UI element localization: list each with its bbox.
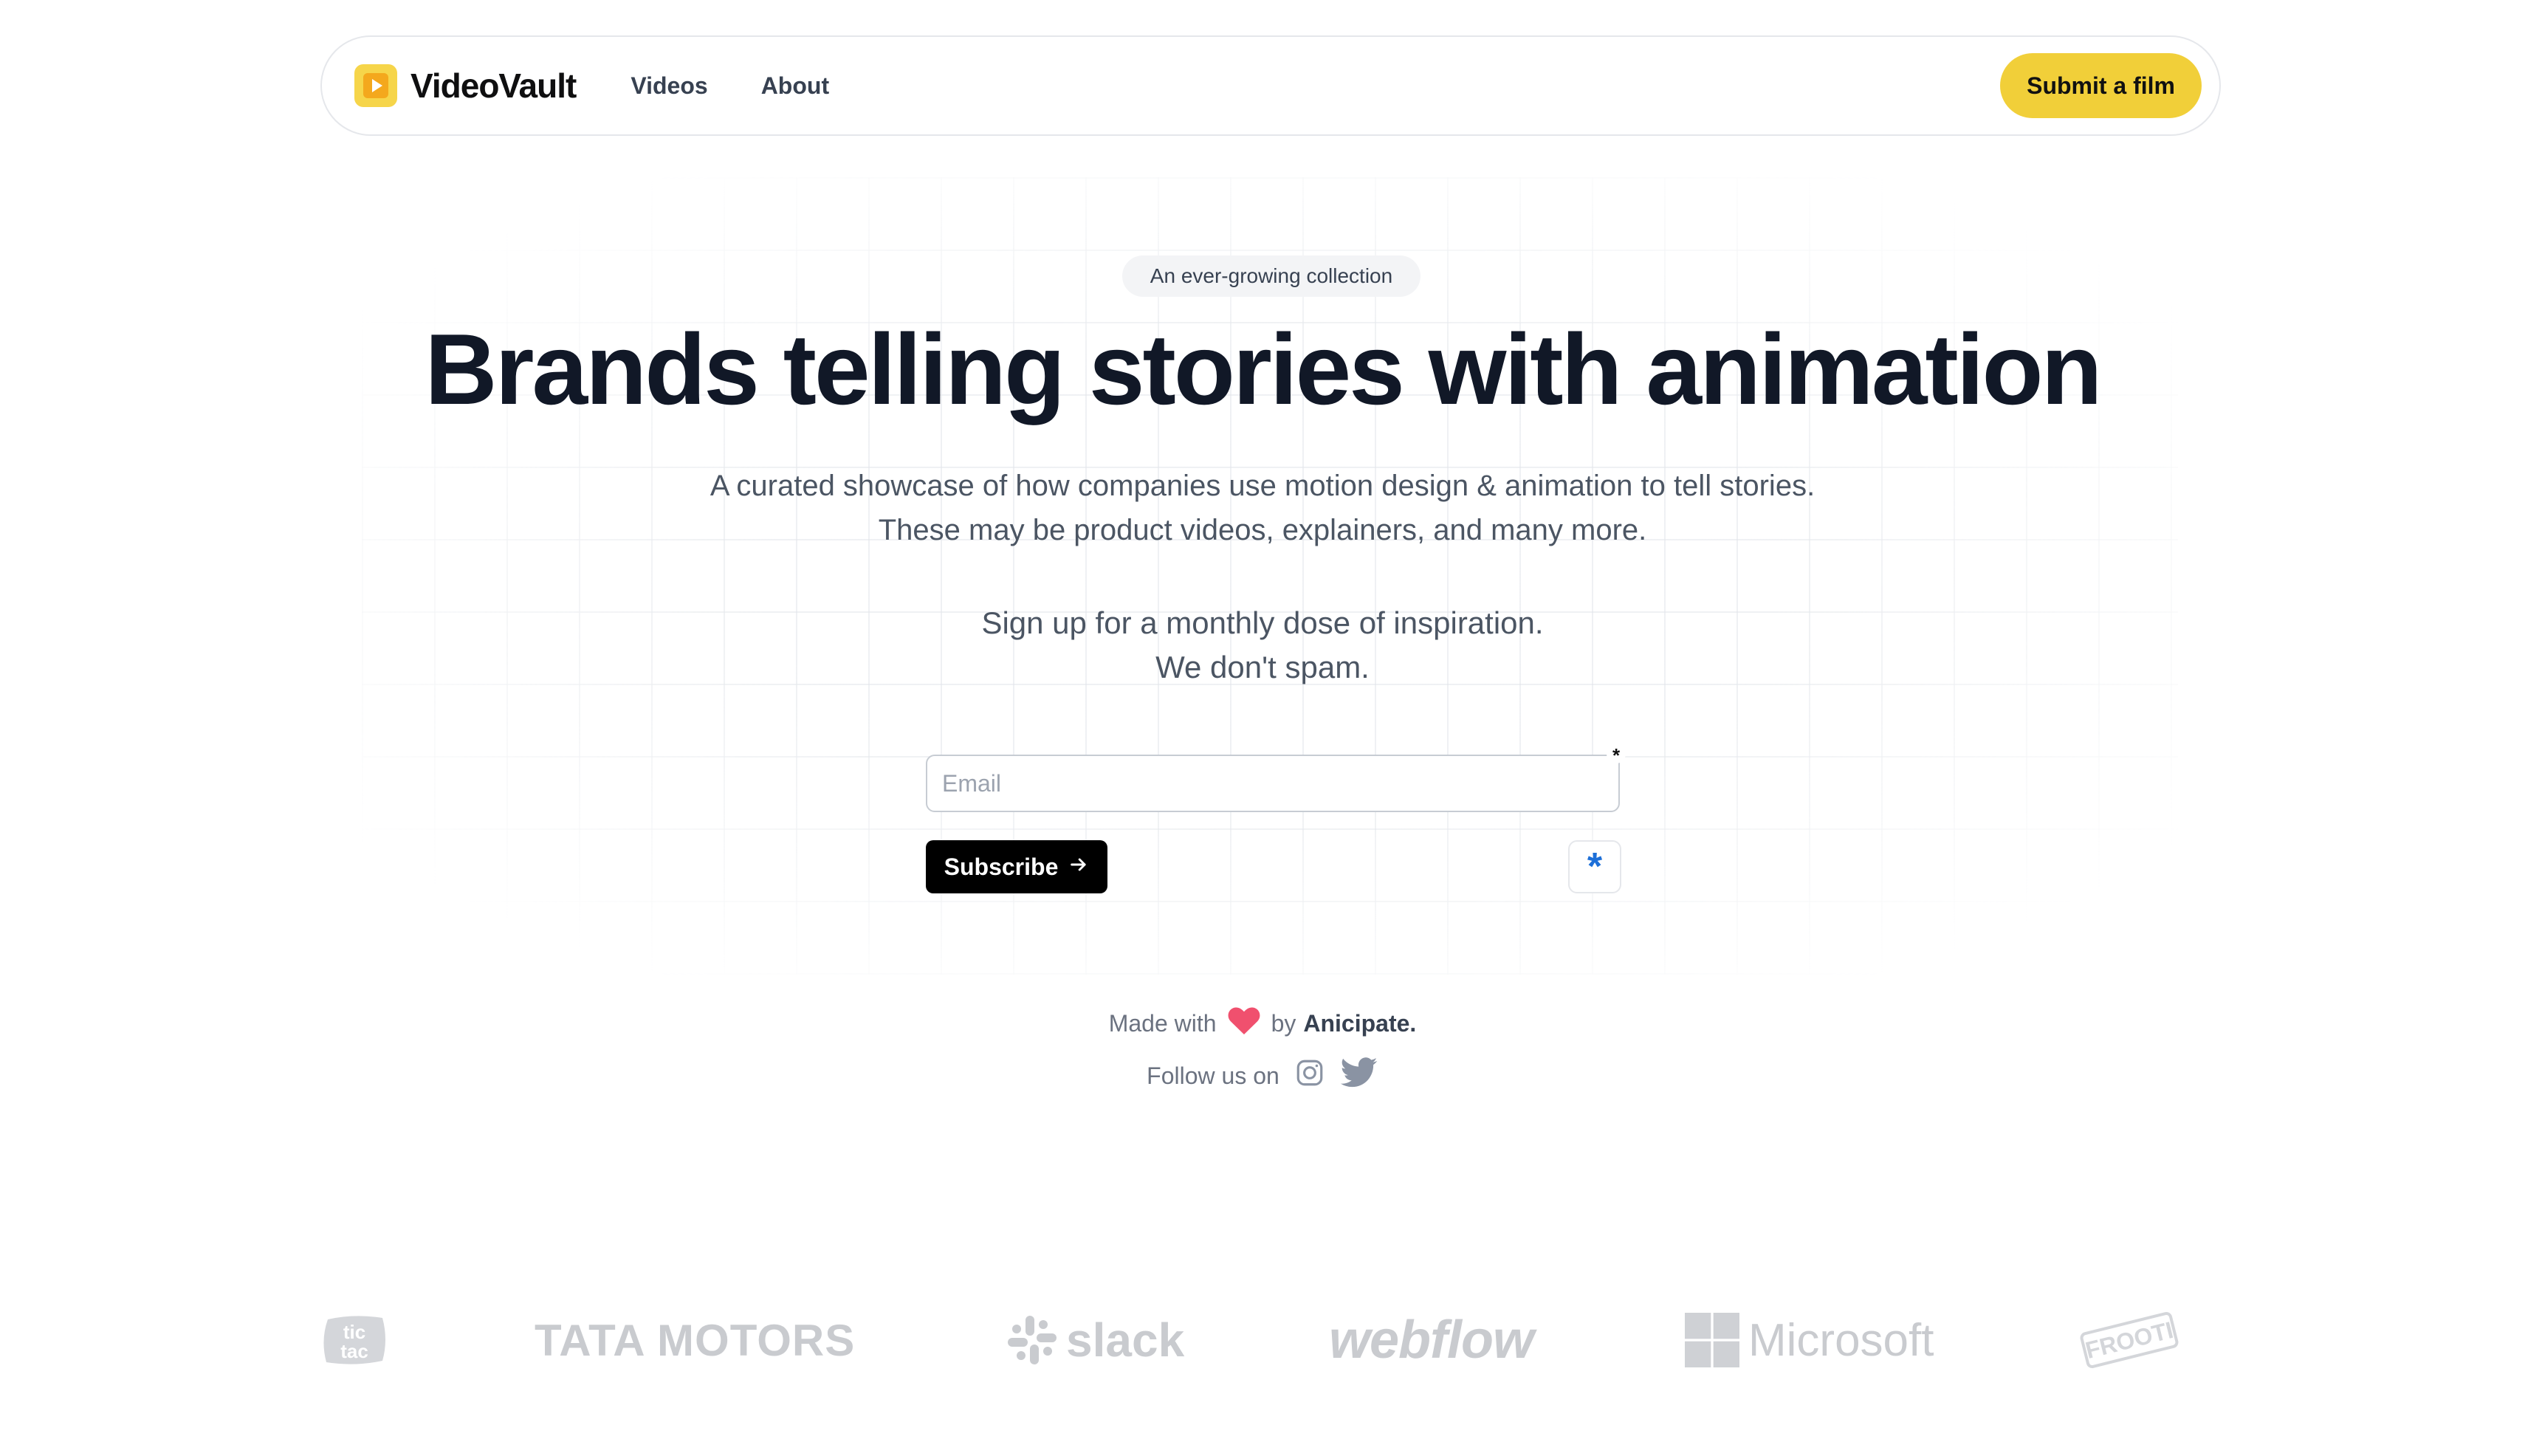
signup-text: Sign up for a monthly dose of inspiratio… — [981, 605, 1544, 684]
made-with-line: Made with by Anicipate. — [0, 1006, 2525, 1041]
svg-text:tac: tac — [340, 1340, 368, 1362]
subscribe-label: Subscribe — [944, 853, 1059, 880]
twitter-icon[interactable] — [1340, 1057, 1378, 1094]
play-icon — [354, 64, 397, 107]
microsoft-wordmark: Microsoft — [1748, 1314, 1934, 1366]
captcha-widget[interactable]: * — [1568, 840, 1621, 893]
made-with-prefix: Made with — [1108, 1009, 1217, 1037]
client-logos: tic tac TATA MOTORS slack webflow Micros… — [0, 1299, 2525, 1381]
brand-name: VideoVault — [410, 66, 577, 105]
slack-logo: slack — [1006, 1299, 1184, 1381]
hero-description: A curated showcase of how companies use … — [710, 470, 1815, 546]
anicipate-link[interactable]: Anicipate. — [1303, 1010, 1416, 1037]
follow-line: Follow us on — [0, 1057, 2525, 1094]
webflow-logo: webflow — [1329, 1311, 1534, 1370]
instagram-icon[interactable] — [1294, 1057, 1325, 1094]
background-grid — [362, 177, 2178, 975]
page-title: Brands telling stories with animation — [425, 313, 2102, 425]
required-marker: * — [1607, 744, 1626, 766]
arrow-right-icon — [1068, 854, 1089, 881]
collection-tag: An ever-growing collection — [1122, 255, 1420, 297]
nav-link-videos[interactable]: Videos — [631, 72, 707, 100]
brand-logo[interactable]: VideoVault — [354, 64, 577, 107]
heart-icon — [1227, 1006, 1261, 1041]
top-nav: VideoVault Videos About Submit a film — [320, 35, 2221, 136]
microsoft-logo: Microsoft — [1685, 1299, 1934, 1381]
nav-link-about[interactable]: About — [761, 72, 829, 100]
tata-motors-logo: TATA MOTORS — [535, 1315, 856, 1365]
tictac-logo: tic tac — [320, 1299, 388, 1381]
email-field-wrapper: Email * — [926, 744, 1626, 812]
slack-wordmark: slack — [1066, 1314, 1185, 1367]
made-with-by: by — [1271, 1009, 1296, 1037]
email-placeholder: Email — [942, 769, 1002, 797]
follow-label: Follow us on — [1147, 1062, 1279, 1089]
frooti-logo: FROOTI — [2079, 1299, 2179, 1381]
subscribe-button[interactable]: Subscribe — [926, 840, 1107, 893]
submit-film-button[interactable]: Submit a film — [2000, 53, 2202, 118]
email-field[interactable]: Email — [926, 755, 1620, 812]
